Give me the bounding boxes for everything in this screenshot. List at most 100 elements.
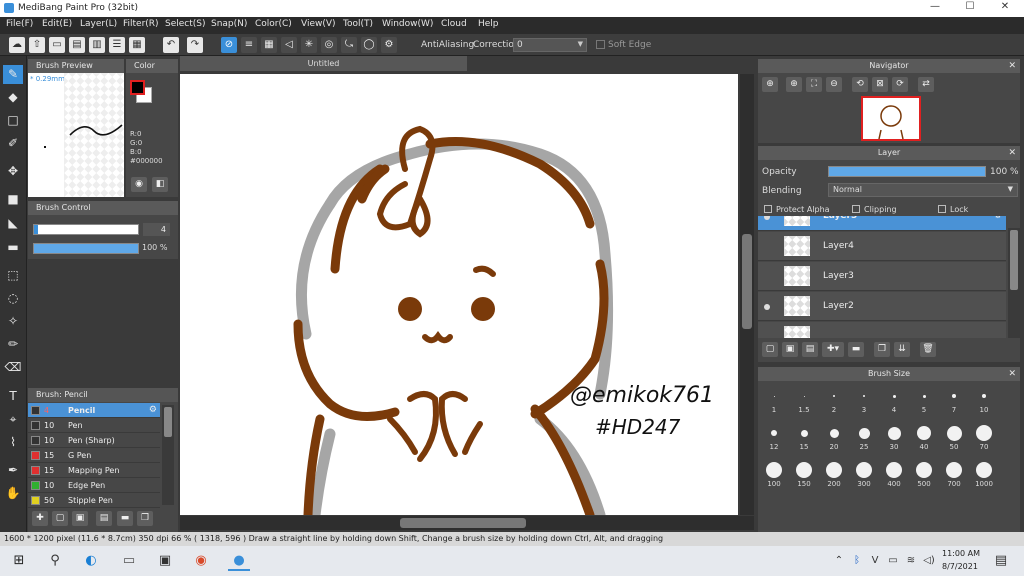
- layer-scrollbar[interactable]: [1008, 228, 1020, 338]
- brush-size-option[interactable]: 70: [969, 423, 999, 453]
- chat-icon[interactable]: ▤: [69, 37, 85, 53]
- text-tool-icon[interactable]: T: [3, 387, 23, 406]
- snap-settings-icon[interactable]: ⚙: [381, 37, 397, 53]
- brush-size-option[interactable]: 700: [939, 460, 969, 490]
- dot-brush-tool-icon[interactable]: ✐: [3, 134, 23, 153]
- zoom-out-icon[interactable]: ⊖: [826, 77, 842, 92]
- brush-item-g-pen[interactable]: 15 G Pen: [28, 448, 160, 463]
- layer-row-5[interactable]: Layer5 ⚙: [758, 216, 1006, 231]
- medibang-taskbar-icon[interactable]: ●: [228, 551, 250, 571]
- zoom-plus-icon[interactable]: ⊕: [786, 77, 802, 92]
- file-explorer-icon[interactable]: ▭: [118, 551, 140, 571]
- menu-window[interactable]: Window(W): [382, 19, 433, 29]
- brush-item-pen-sharp[interactable]: 10 Pen (Sharp): [28, 433, 160, 448]
- brush-size-option[interactable]: 200: [819, 460, 849, 490]
- bucket-tool-icon[interactable]: ◣: [3, 214, 23, 233]
- clock-time[interactable]: 11:00 AM: [942, 549, 980, 558]
- volume-icon[interactable]: ◁): [918, 551, 940, 571]
- fit-screen-icon[interactable]: ⛶: [806, 77, 822, 92]
- undo-icon[interactable]: ↶: [163, 37, 179, 53]
- redo-icon[interactable]: ↷: [187, 37, 203, 53]
- vertical-scrollbar[interactable]: [740, 74, 754, 515]
- menu-help[interactable]: Help: [478, 19, 499, 29]
- reset-rotation-icon[interactable]: ⊠: [872, 77, 888, 92]
- brush-size-option[interactable]: 400: [879, 460, 909, 490]
- notifications-icon[interactable]: ▤: [990, 551, 1012, 571]
- menu-select[interactable]: Select(S): [165, 19, 206, 29]
- share-icon[interactable]: ⇧: [29, 37, 45, 53]
- fill-rect-tool-icon[interactable]: ■: [3, 190, 23, 209]
- brush-size-option[interactable]: 50: [939, 423, 969, 453]
- maximize-button[interactable]: ☐: [955, 1, 985, 15]
- brush-size-option[interactable]: 12: [759, 423, 789, 453]
- pen-tool-icon[interactable]: ✒: [3, 461, 23, 480]
- circle-snap-icon[interactable]: ◯: [361, 37, 377, 53]
- new-halftone-layer-icon[interactable]: ▣: [782, 342, 798, 357]
- brush-size-option[interactable]: 3: [849, 386, 879, 416]
- eyedropper-tool-icon[interactable]: ⌇: [3, 433, 23, 452]
- brush-size-option[interactable]: 150: [789, 460, 819, 490]
- select-eraser-tool-icon[interactable]: ⌫: [3, 358, 23, 377]
- brush-size-slider[interactable]: [33, 224, 139, 235]
- radial-snap-icon[interactable]: ◁: [281, 37, 297, 53]
- parallel-snap-icon[interactable]: ≡: [241, 37, 257, 53]
- grid-icon[interactable]: ▦: [129, 37, 145, 53]
- close-icon[interactable]: ✕: [1008, 146, 1016, 160]
- menu-cloud[interactable]: Cloud: [441, 19, 467, 29]
- duplicate-brush-icon[interactable]: ❐: [137, 511, 153, 526]
- curve-snap-icon[interactable]: ⤿: [341, 37, 357, 53]
- grid-snap-icon[interactable]: ▦: [261, 37, 277, 53]
- close-icon[interactable]: ✕: [1008, 367, 1016, 381]
- comment-icon[interactable]: ▭: [49, 37, 65, 53]
- brush-size-option[interactable]: 25: [849, 423, 879, 453]
- brush-size-option[interactable]: 1.5: [789, 386, 819, 416]
- snap-off-icon[interactable]: ⊘: [221, 37, 237, 53]
- lock-checkbox[interactable]: [938, 205, 946, 213]
- document-tab[interactable]: Untitled: [180, 56, 467, 71]
- move-tool-icon[interactable]: ✥: [3, 162, 23, 181]
- brush-opacity-slider[interactable]: [33, 243, 139, 254]
- menu-view[interactable]: View(V): [301, 19, 336, 29]
- new-8bit-layer-icon[interactable]: ▤: [802, 342, 818, 357]
- chrome-icon[interactable]: ◉: [190, 551, 212, 571]
- trash-icon[interactable]: 🗑: [920, 342, 936, 357]
- zoom-in-icon[interactable]: ⊕: [762, 77, 778, 92]
- magic-wand-tool-icon[interactable]: ✧: [3, 312, 23, 331]
- add-brush-icon[interactable]: ✚: [32, 511, 48, 526]
- brush-size-option[interactable]: 10: [969, 386, 999, 416]
- eye-icon[interactable]: [764, 304, 770, 310]
- eye-icon[interactable]: [764, 216, 770, 220]
- brush-size-option[interactable]: 1000: [969, 460, 999, 490]
- layer-row-2[interactable]: Layer2: [758, 292, 1006, 321]
- layer-row-1[interactable]: [758, 322, 1006, 338]
- correction-select[interactable]: 0 ▼: [513, 38, 587, 52]
- menu-edit[interactable]: Edit(E): [42, 19, 72, 29]
- windows-start-icon[interactable]: ⊞: [8, 551, 30, 571]
- new-brush-icon[interactable]: ▢: [52, 511, 68, 526]
- brush-size-option[interactable]: 20: [819, 423, 849, 453]
- protect-alpha-checkbox[interactable]: [764, 205, 772, 213]
- radial-lines-icon[interactable]: ✳: [301, 37, 317, 53]
- layer-row-4[interactable]: Layer4: [758, 232, 1006, 261]
- brush-size-option[interactable]: 500: [909, 460, 939, 490]
- brush-list-scrollbar[interactable]: [162, 405, 174, 505]
- flip-icon[interactable]: ⇄: [918, 77, 934, 92]
- drawing-canvas[interactable]: @emikok761 #HD247: [180, 74, 738, 515]
- soft-edge-checkbox[interactable]: [596, 40, 605, 49]
- document-icon[interactable]: ▥: [89, 37, 105, 53]
- vertical-scroll-thumb[interactable]: [742, 234, 752, 329]
- navigator-thumbnail[interactable]: [861, 96, 921, 141]
- clock-date[interactable]: 8/7/2021: [942, 562, 978, 571]
- concentric-snap-icon[interactable]: ◎: [321, 37, 337, 53]
- brush-size-option[interactable]: 40: [909, 423, 939, 453]
- folder-icon[interactable]: ▬: [117, 511, 133, 526]
- foreground-color-swatch[interactable]: [130, 80, 145, 95]
- menu-snap[interactable]: Snap(N): [211, 19, 247, 29]
- brush-size-option[interactable]: 100: [759, 460, 789, 490]
- list-icon[interactable]: ☰: [109, 37, 125, 53]
- close-button[interactable]: ✕: [990, 1, 1020, 15]
- brush-settings-icon[interactable]: ▤: [96, 511, 112, 526]
- brush-item-stipple-pen[interactable]: 50 Stipple Pen: [28, 493, 160, 508]
- edge-browser-icon[interactable]: ◐: [80, 551, 102, 571]
- brush-size-value[interactable]: 4: [143, 223, 170, 236]
